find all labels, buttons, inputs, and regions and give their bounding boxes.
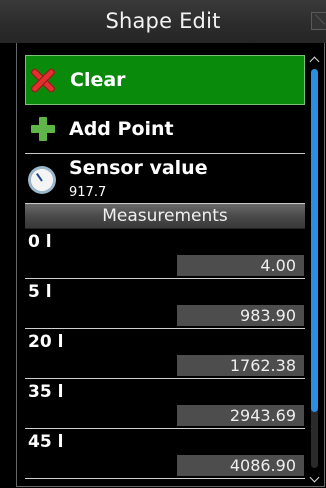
sensor-label: Sensor value [69,157,208,179]
scroll-thumb[interactable] [311,69,318,412]
measurement-label: 20 l [28,332,64,352]
measurement-value[interactable]: 983.90 [177,305,304,326]
measurement-row[interactable]: 35 l 2943.69 [25,379,305,429]
sensor-value: 917.7 [69,185,107,200]
measurement-row[interactable]: 20 l 1762.38 [25,329,305,379]
clear-x-icon [30,67,56,93]
clear-button[interactable]: Clear [25,55,305,105]
measurement-label: 45 l [28,432,64,452]
measurement-label: 5 l [28,282,52,302]
measurement-value[interactable]: 4086.90 [177,455,304,476]
item-list: Clear Add Point Sensor value 917.7 Measu… [25,55,305,485]
close-button[interactable] [311,12,326,30]
vertical-scrollbar[interactable] [308,55,322,484]
measurement-value[interactable]: 4.00 [177,255,304,276]
measurement-label: 0 l [28,232,52,252]
measurement-row[interactable]: 45 l 4086.90 [25,429,305,479]
window-title: Shape Edit [105,9,221,33]
measurement-label: 35 l [28,382,64,402]
add-point-label: Add Point [69,118,174,140]
add-plus-icon [31,117,55,141]
scroll-track[interactable] [311,69,318,468]
measurement-row[interactable]: 5 l 983.90 [25,279,305,329]
scroll-down-arrow-icon[interactable] [309,474,319,484]
measurement-value[interactable]: 1762.38 [177,355,304,376]
clear-label: Clear [70,69,126,91]
measurement-value[interactable]: 2943.69 [177,405,304,426]
sensor-value-row[interactable]: Sensor value 917.7 [25,154,305,204]
measurements-header: Measurements [25,204,305,229]
dialog-frame: Clear Add Point Sensor value 917.7 Measu… [16,43,325,487]
scroll-up-arrow-icon[interactable] [309,55,319,65]
add-point-button[interactable]: Add Point [25,105,305,154]
title-bar: Shape Edit [0,0,326,43]
measurement-row[interactable]: 0 l 4.00 [25,229,305,279]
gauge-icon [28,166,56,194]
